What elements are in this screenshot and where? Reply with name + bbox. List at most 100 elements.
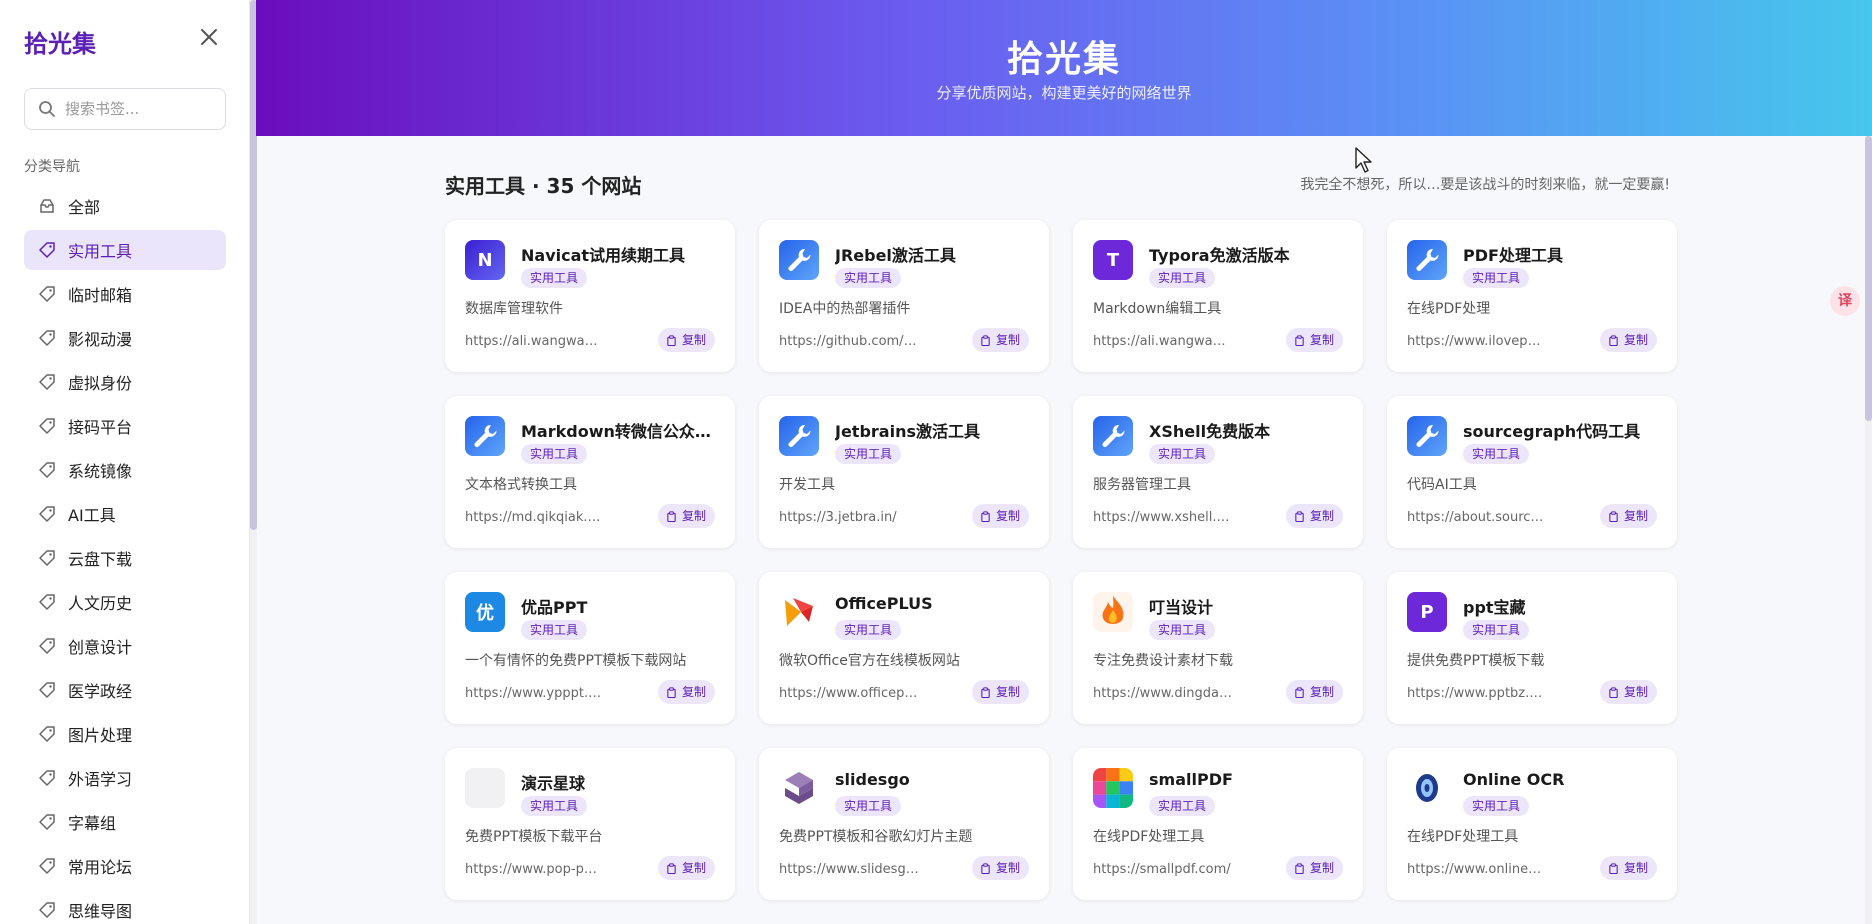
- hero-title: 拾光集: [1006, 39, 1121, 80]
- site-url[interactable]: https://www.officeplus.cn/: [779, 686, 919, 701]
- sidebar-item[interactable]: 外语学习: [24, 758, 226, 798]
- site-logo: [779, 416, 819, 456]
- copy-button[interactable]: 复制: [971, 328, 1029, 352]
- hero-subtitle: 分享优质网站，构建更美好的网络世界: [936, 84, 1192, 102]
- bookmark-card[interactable]: JRebel激活工具 实用工具 IDEA中的热部署插件 https://github.…: [759, 220, 1049, 372]
- clipboard-icon: [1609, 862, 1618, 874]
- copy-button[interactable]: 复制: [657, 856, 715, 880]
- copy-button[interactable]: 复制: [1599, 328, 1657, 352]
- clipboard-icon: [1295, 686, 1304, 698]
- site-name: ppt宝藏: [1463, 598, 1526, 617]
- clipboard-icon: [981, 686, 990, 698]
- copy-button[interactable]: 复制: [657, 680, 715, 704]
- site-url[interactable]: https://www.pptbz.com/: [1407, 686, 1547, 701]
- sidebar-item[interactable]: 影视动漫: [24, 318, 226, 358]
- site-url[interactable]: https://www.pop-ppt.com/: [465, 862, 605, 877]
- sidebar-scrollbar[interactable]: [250, 0, 257, 924]
- copy-button[interactable]: 复制: [657, 504, 715, 528]
- sidebar-item[interactable]: 虚拟身份: [24, 362, 226, 402]
- copy-button[interactable]: 复制: [1599, 504, 1657, 528]
- sidebar-item[interactable]: 临时邮箱: [24, 274, 226, 314]
- copy-button[interactable]: 复制: [971, 504, 1029, 528]
- category-tag: 实用工具: [521, 620, 588, 640]
- copy-button[interactable]: 复制: [1599, 856, 1657, 880]
- bookmark-card[interactable]: Jetbrains激活工具 实用工具 开发工具 https://3.jetbra.in…: [759, 396, 1049, 548]
- copy-button-label: 复制: [995, 333, 1020, 347]
- wrench-icon: [1102, 424, 1125, 447]
- tag-icon: [39, 902, 55, 918]
- site-url[interactable]: https://www.dingdangsheji.com/: [1093, 686, 1233, 701]
- site-url[interactable]: https://www.onlineocr.net/: [1407, 862, 1547, 877]
- sidebar-item[interactable]: 接码平台: [24, 406, 226, 446]
- logo-letter: 优: [476, 603, 494, 624]
- clipboard-icon: [1295, 334, 1304, 346]
- site-url[interactable]: https://github.com/ilanyu/: [779, 334, 919, 349]
- category-tag: 实用工具: [1463, 268, 1530, 288]
- site-url[interactable]: https://about.sourcegraph.com/: [1407, 510, 1547, 525]
- bookmark-card[interactable]: XShell免费版本 实用工具 服务器管理工具 https://www.xshell.…: [1073, 396, 1363, 548]
- site-url[interactable]: https://www.xshell.com/: [1093, 510, 1233, 525]
- site-logo: [1093, 592, 1133, 632]
- bookmark-card[interactable]: T Typora免激活版本 实用工具 Markdown编辑工具 https://ali.…: [1073, 220, 1363, 372]
- tag-icon: [39, 330, 55, 346]
- bookmark-card[interactable]: 演示星球实用工具免费PPT模板下载平台 https://www.pop-ppt.c…: [445, 748, 735, 900]
- translate-icon[interactable]: 译: [1830, 286, 1860, 316]
- site-name: Markdown转微信公众号排版: [521, 422, 719, 441]
- bookmark-card[interactable]: 叮当设计实用工具专注免费设计素材下载 https://www.dingdangsh…: [1073, 572, 1363, 724]
- copy-button[interactable]: 复制: [1285, 856, 1343, 880]
- close-sidebar-button[interactable]: [196, 24, 222, 50]
- site-url[interactable]: https://3.jetbra.in/: [779, 510, 919, 525]
- site-url[interactable]: https://www.ilovepdf.com/: [1407, 334, 1547, 349]
- sidebar-item[interactable]: 常用论坛: [24, 846, 226, 886]
- site-description: 一个有情怀的免费PPT模板下载网站: [465, 653, 687, 669]
- bookmark-card[interactable]: Online OCR 实用工具 在线PDF处理工具 https://www.onlin…: [1387, 748, 1677, 900]
- bookmark-card[interactable]: smallPDF 实用工具 在线PDF处理工具 https://smallpdf.co…: [1073, 748, 1363, 900]
- bookmark-card[interactable]: PDF处理工具实用工具在线PDF处理 https://www.ilovepdf.c…: [1387, 220, 1677, 372]
- site-name: PDF处理工具: [1463, 246, 1563, 265]
- main-scrollbar[interactable]: [1865, 136, 1872, 924]
- copy-button[interactable]: 复制: [1285, 328, 1343, 352]
- logo-letter: T: [1106, 249, 1120, 271]
- category-tag: 实用工具: [1463, 620, 1530, 640]
- search-input[interactable]: [65, 100, 215, 118]
- sidebar-item[interactable]: 字幕组: [24, 802, 226, 842]
- sidebar-item[interactable]: 系统镜像: [24, 450, 226, 490]
- sidebar-item-label: 常用论坛: [68, 858, 133, 877]
- site-url[interactable]: https://smallpdf.com/: [1093, 862, 1233, 877]
- bookmark-card[interactable]: N Navicat试用续期工具 实用工具 数据库管理软件 https://ali.wan…: [445, 220, 735, 372]
- site-url[interactable]: https://ali.wangwangit.com/: [1093, 334, 1233, 349]
- sidebar-item[interactable]: 云盘下载: [24, 538, 226, 578]
- bookmark-card[interactable]: slidesgo 实用工具 免费PPT模板和谷歌幻灯片主题 https://www.s…: [759, 748, 1049, 900]
- sidebar-item[interactable]: 思维导图: [24, 890, 226, 924]
- sidebar-item[interactable]: 全部: [24, 186, 226, 226]
- bookmark-card[interactable]: OfficePLUS 实用工具 微软Office官方在线模板网站 https://ww…: [759, 572, 1049, 724]
- bookmark-card[interactable]: Pppt宝藏 实用工具 提供免费PPT模板下载 https://www.pptbz.c…: [1387, 572, 1677, 724]
- sidebar-item[interactable]: 创意设计: [24, 626, 226, 666]
- copy-button[interactable]: 复制: [1285, 504, 1343, 528]
- clipboard-icon: [1295, 862, 1304, 874]
- site-url[interactable]: https://md.qikqiak.com/: [465, 510, 605, 525]
- copy-button[interactable]: 复制: [971, 680, 1029, 704]
- bookmark-card[interactable]: 优 优品PPT 实用工具 一个有情怀的免费PPT模板下载网站 https://www.y…: [445, 572, 735, 724]
- sidebar-item[interactable]: AI工具: [24, 494, 226, 534]
- tag-icon: [39, 858, 55, 874]
- sidebar-item-label: 外语学习: [68, 770, 133, 789]
- logo-letter: N: [477, 249, 493, 271]
- sidebar-item[interactable]: 人文历史: [24, 582, 226, 622]
- bookmark-card[interactable]: Markdown转微信公众号排版实用工具文本格式转换工具 https://md.q…: [445, 396, 735, 548]
- sidebar-item[interactable]: 实用工具: [24, 230, 226, 270]
- clipboard-icon: [981, 510, 990, 522]
- copy-button[interactable]: 复制: [971, 856, 1029, 880]
- site-url[interactable]: https://www.ypppt.com/: [465, 686, 605, 701]
- copy-button[interactable]: 复制: [1599, 680, 1657, 704]
- sidebar-item[interactable]: 医学政经: [24, 670, 226, 710]
- site-logo: [1407, 768, 1447, 808]
- copy-button[interactable]: 复制: [657, 328, 715, 352]
- site-url[interactable]: https://www.slidesgo.com/: [779, 862, 919, 877]
- site-url[interactable]: https://ali.wangwangit.com/: [465, 334, 605, 349]
- copy-button[interactable]: 复制: [1285, 680, 1343, 704]
- bookmark-card[interactable]: sourcegraph代码工具 实用工具 代码AI工具 https://about.s…: [1387, 396, 1677, 548]
- copy-button-label: 复制: [1623, 685, 1648, 699]
- sidebar-item[interactable]: 图片处理: [24, 714, 226, 754]
- main-scrollbar-thumb[interactable]: [1865, 136, 1872, 421]
